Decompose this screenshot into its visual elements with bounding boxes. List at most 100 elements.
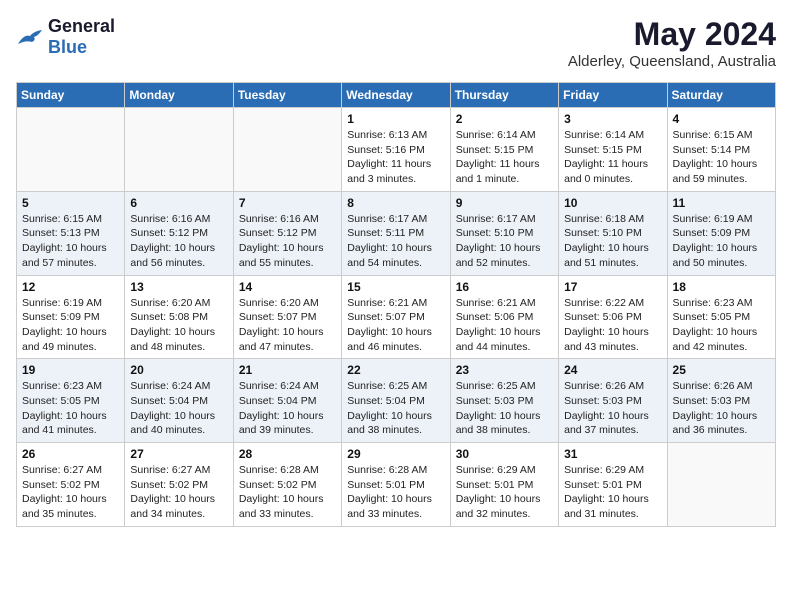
logo: General Blue bbox=[16, 16, 115, 58]
header-sunday: Sunday bbox=[17, 83, 125, 108]
table-row: 25 Sunrise: 6:26 AMSunset: 5:03 PMDayligh… bbox=[667, 359, 775, 443]
day-number: 6 bbox=[130, 196, 227, 210]
day-number: 15 bbox=[347, 280, 444, 294]
day-number: 11 bbox=[673, 196, 770, 210]
day-info: Sunrise: 6:20 AMSunset: 5:08 PMDaylight:… bbox=[130, 296, 227, 355]
day-number: 10 bbox=[564, 196, 661, 210]
calendar-week-row: 5 Sunrise: 6:15 AMSunset: 5:13 PMDaylight… bbox=[17, 191, 776, 275]
day-number: 28 bbox=[239, 447, 336, 461]
day-info: Sunrise: 6:21 AMSunset: 5:06 PMDaylight:… bbox=[456, 296, 553, 355]
table-row: 23 Sunrise: 6:25 AMSunset: 5:03 PMDayligh… bbox=[450, 359, 558, 443]
table-row: 2Sunrise: 6:14 AMSunset: 5:15 PMDaylight… bbox=[450, 108, 558, 192]
day-number: 13 bbox=[130, 280, 227, 294]
table-row: 10 Sunrise: 6:18 AMSunset: 5:10 PMDayligh… bbox=[559, 191, 667, 275]
day-number: 31 bbox=[564, 447, 661, 461]
table-row: 13 Sunrise: 6:20 AMSunset: 5:08 PMDayligh… bbox=[125, 275, 233, 359]
day-info: Sunrise: 6:15 AMSunset: 5:14 PMDaylight:… bbox=[673, 128, 770, 187]
table-row bbox=[125, 108, 233, 192]
calendar-week-row: 26 Sunrise: 6:27 AMSunset: 5:02 PMDayligh… bbox=[17, 443, 776, 527]
day-number: 19 bbox=[22, 363, 119, 377]
table-row: 8Sunrise: 6:17 AMSunset: 5:11 PMDaylight… bbox=[342, 191, 450, 275]
page-header: General Blue May 2024 Alderley, Queensla… bbox=[16, 16, 776, 70]
table-row: 16 Sunrise: 6:21 AMSunset: 5:06 PMDayligh… bbox=[450, 275, 558, 359]
logo-blue: Blue bbox=[48, 37, 87, 57]
header-monday: Monday bbox=[125, 83, 233, 108]
table-row: 11 Sunrise: 6:19 AMSunset: 5:09 PMDayligh… bbox=[667, 191, 775, 275]
day-info: Sunrise: 6:28 AMSunset: 5:01 PMDaylight:… bbox=[347, 463, 444, 522]
day-info: Sunrise: 6:17 AMSunset: 5:11 PMDaylight:… bbox=[347, 212, 444, 271]
day-info: Sunrise: 6:29 AMSunset: 5:01 PMDaylight:… bbox=[564, 463, 661, 522]
table-row: 1Sunrise: 6:13 AMSunset: 5:16 PMDaylight… bbox=[342, 108, 450, 192]
day-info: Sunrise: 6:27 AMSunset: 5:02 PMDaylight:… bbox=[130, 463, 227, 522]
day-info: Sunrise: 6:26 AMSunset: 5:03 PMDaylight:… bbox=[673, 379, 770, 438]
day-info: Sunrise: 6:27 AMSunset: 5:02 PMDaylight:… bbox=[22, 463, 119, 522]
table-row: 22Sunrise: 6:25 AMSunset: 5:04 PMDayligh… bbox=[342, 359, 450, 443]
table-row: 18 Sunrise: 6:23 AMSunset: 5:05 PMDayligh… bbox=[667, 275, 775, 359]
day-number: 26 bbox=[22, 447, 119, 461]
day-number: 7 bbox=[239, 196, 336, 210]
day-number: 18 bbox=[673, 280, 770, 294]
day-info: Sunrise: 6:16 AMSunset: 5:12 PMDaylight:… bbox=[130, 212, 227, 271]
logo-general: General bbox=[48, 16, 115, 36]
calendar-week-row: 19 Sunrise: 6:23 AMSunset: 5:05 PMDayligh… bbox=[17, 359, 776, 443]
day-info: Sunrise: 6:17 AMSunset: 5:10 PMDaylight:… bbox=[456, 212, 553, 271]
table-row: 20 Sunrise: 6:24 AMSunset: 5:04 PMDayligh… bbox=[125, 359, 233, 443]
calendar-table: Sunday Monday Tuesday Wednesday Thursday… bbox=[16, 82, 776, 527]
table-row: 9 Sunrise: 6:17 AMSunset: 5:10 PMDaylight… bbox=[450, 191, 558, 275]
table-row: 27 Sunrise: 6:27 AMSunset: 5:02 PMDayligh… bbox=[125, 443, 233, 527]
title-block: May 2024 Alderley, Queensland, Australia bbox=[568, 16, 776, 70]
day-info: Sunrise: 6:23 AMSunset: 5:05 PMDaylight:… bbox=[673, 296, 770, 355]
day-info: Sunrise: 6:25 AMSunset: 5:03 PMDaylight:… bbox=[456, 379, 553, 438]
day-number: 14 bbox=[239, 280, 336, 294]
table-row: 7Sunrise: 6:16 AMSunset: 5:12 PMDaylight… bbox=[233, 191, 341, 275]
table-row: 5 Sunrise: 6:15 AMSunset: 5:13 PMDaylight… bbox=[17, 191, 125, 275]
day-info: Sunrise: 6:19 AMSunset: 5:09 PMDaylight:… bbox=[22, 296, 119, 355]
header-tuesday: Tuesday bbox=[233, 83, 341, 108]
table-row bbox=[233, 108, 341, 192]
day-number: 20 bbox=[130, 363, 227, 377]
table-row bbox=[17, 108, 125, 192]
day-info: Sunrise: 6:15 AMSunset: 5:13 PMDaylight:… bbox=[22, 212, 119, 271]
day-number: 22 bbox=[347, 363, 444, 377]
calendar-header-row: Sunday Monday Tuesday Wednesday Thursday… bbox=[17, 83, 776, 108]
day-info: Sunrise: 6:18 AMSunset: 5:10 PMDaylight:… bbox=[564, 212, 661, 271]
logo-text: General Blue bbox=[48, 16, 115, 58]
day-info: Sunrise: 6:13 AMSunset: 5:16 PMDaylight:… bbox=[347, 128, 444, 187]
table-row: 15 Sunrise: 6:21 AMSunset: 5:07 PMDayligh… bbox=[342, 275, 450, 359]
calendar-week-row: 12 Sunrise: 6:19 AMSunset: 5:09 PMDayligh… bbox=[17, 275, 776, 359]
table-row: 30Sunrise: 6:29 AMSunset: 5:01 PMDayligh… bbox=[450, 443, 558, 527]
day-info: Sunrise: 6:21 AMSunset: 5:07 PMDaylight:… bbox=[347, 296, 444, 355]
day-info: Sunrise: 6:28 AMSunset: 5:02 PMDaylight:… bbox=[239, 463, 336, 522]
day-number: 29 bbox=[347, 447, 444, 461]
day-info: Sunrise: 6:19 AMSunset: 5:09 PMDaylight:… bbox=[673, 212, 770, 271]
day-number: 17 bbox=[564, 280, 661, 294]
day-number: 3 bbox=[564, 112, 661, 126]
table-row: 19 Sunrise: 6:23 AMSunset: 5:05 PMDayligh… bbox=[17, 359, 125, 443]
main-title: May 2024 bbox=[568, 16, 776, 53]
day-number: 25 bbox=[673, 363, 770, 377]
day-number: 4 bbox=[673, 112, 770, 126]
day-number: 27 bbox=[130, 447, 227, 461]
table-row: 26 Sunrise: 6:27 AMSunset: 5:02 PMDayligh… bbox=[17, 443, 125, 527]
day-number: 23 bbox=[456, 363, 553, 377]
subtitle: Alderley, Queensland, Australia bbox=[568, 53, 776, 70]
day-number: 12 bbox=[22, 280, 119, 294]
table-row: 28 Sunrise: 6:28 AMSunset: 5:02 PMDayligh… bbox=[233, 443, 341, 527]
logo-icon bbox=[16, 26, 44, 48]
day-number: 5 bbox=[22, 196, 119, 210]
calendar-week-row: 1Sunrise: 6:13 AMSunset: 5:16 PMDaylight… bbox=[17, 108, 776, 192]
day-number: 2 bbox=[456, 112, 553, 126]
header-friday: Friday bbox=[559, 83, 667, 108]
day-info: Sunrise: 6:14 AMSunset: 5:15 PMDaylight:… bbox=[564, 128, 661, 187]
day-info: Sunrise: 6:23 AMSunset: 5:05 PMDaylight:… bbox=[22, 379, 119, 438]
day-number: 16 bbox=[456, 280, 553, 294]
table-row: 4 Sunrise: 6:15 AMSunset: 5:14 PMDaylight… bbox=[667, 108, 775, 192]
table-row: 24Sunrise: 6:26 AMSunset: 5:03 PMDayligh… bbox=[559, 359, 667, 443]
day-number: 24 bbox=[564, 363, 661, 377]
day-number: 9 bbox=[456, 196, 553, 210]
day-info: Sunrise: 6:24 AMSunset: 5:04 PMDaylight:… bbox=[130, 379, 227, 438]
day-info: Sunrise: 6:29 AMSunset: 5:01 PMDaylight:… bbox=[456, 463, 553, 522]
table-row: 6 Sunrise: 6:16 AMSunset: 5:12 PMDaylight… bbox=[125, 191, 233, 275]
table-row: 17Sunrise: 6:22 AMSunset: 5:06 PMDayligh… bbox=[559, 275, 667, 359]
table-row: 14Sunrise: 6:20 AMSunset: 5:07 PMDayligh… bbox=[233, 275, 341, 359]
